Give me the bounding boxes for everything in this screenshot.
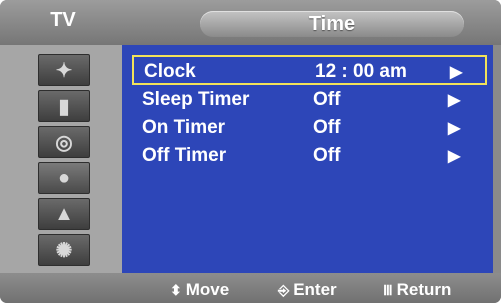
menu-row-label: Sleep Timer bbox=[142, 89, 250, 110]
sound-icon[interactable]: ▮ bbox=[38, 90, 90, 122]
chevron-right-icon: ▶ bbox=[450, 64, 463, 81]
return-hint: Ⅲ Return bbox=[383, 280, 451, 300]
footer-hints: ⬍ Move ⎆ Enter Ⅲ Return bbox=[0, 273, 501, 303]
return-icon: Ⅲ bbox=[383, 282, 393, 298]
chevron-right-icon: ▶ bbox=[448, 120, 461, 137]
input-icon[interactable]: ▲ bbox=[38, 198, 90, 230]
application-icon[interactable]: ✺ bbox=[38, 234, 90, 266]
menu-row-value: Off bbox=[313, 145, 341, 166]
enter-icon: ⎆ bbox=[278, 282, 290, 298]
menu-row-clock[interactable]: Clock 12 : 00 am ▶ bbox=[132, 55, 487, 85]
menu-row-off-timer[interactable]: Off Timer Off ▶ bbox=[132, 141, 487, 171]
menu-row-value: 12 : 00 am bbox=[315, 61, 407, 82]
move-hint: ⬍ Move bbox=[170, 280, 229, 300]
menu-row-value: Off bbox=[313, 89, 341, 110]
chevron-right-icon: ▶ bbox=[448, 148, 461, 165]
tv-label: TV bbox=[50, 9, 76, 31]
channel-icon[interactable]: ◎ bbox=[38, 126, 90, 158]
menu-row-label: On Timer bbox=[142, 117, 226, 138]
page-title: Time bbox=[308, 13, 356, 35]
menu-row-sleep-timer[interactable]: Sleep Timer Off ▶ bbox=[132, 85, 487, 115]
setup-icon[interactable]: ● bbox=[38, 162, 90, 194]
menu-row-label: Off Timer bbox=[142, 145, 227, 166]
tv-osd-screen: TV Time ✦ ▮ ◎ ● ▲ ✺ Clock 12 : 00 am ▶ S… bbox=[0, 0, 501, 303]
menu-category-sidebar: ✦ ▮ ◎ ● ▲ ✺ bbox=[0, 45, 122, 273]
move-label: Move bbox=[185, 280, 230, 299]
return-label: Return bbox=[396, 280, 452, 299]
menu-row-on-timer[interactable]: On Timer Off ▶ bbox=[132, 113, 487, 143]
menu-row-value: Off bbox=[313, 117, 341, 138]
move-arrows-icon: ⬍ bbox=[170, 282, 182, 298]
enter-hint: ⎆ Enter bbox=[278, 280, 337, 300]
menu-header: TV Time bbox=[0, 0, 501, 45]
enter-label: Enter bbox=[293, 280, 337, 299]
chevron-right-icon: ▶ bbox=[448, 92, 461, 109]
menu-row-label: Clock bbox=[144, 61, 196, 82]
picture-icon[interactable]: ✦ bbox=[38, 54, 90, 86]
